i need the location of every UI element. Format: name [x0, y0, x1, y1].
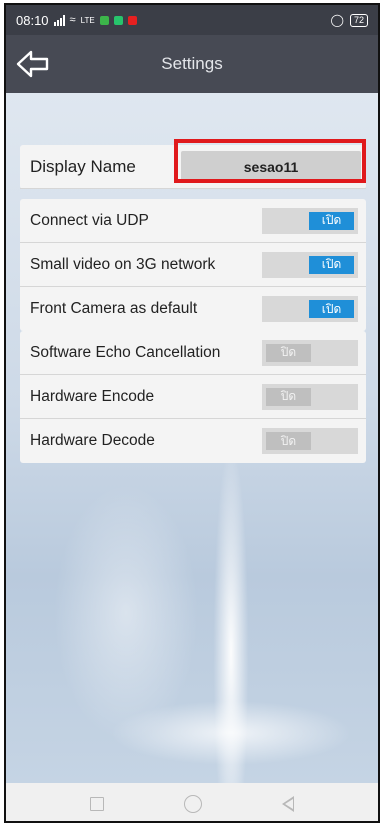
- video-notification-icon: [127, 15, 137, 25]
- system-nav-bar: [6, 783, 378, 821]
- setting-row-hardware-decode: Hardware Decode ปิด: [20, 419, 366, 463]
- battery-icon: 72: [349, 13, 368, 27]
- status-bar: 08:10 ≈ LTE ◯ 72: [6, 5, 378, 35]
- setting-row-small-video: Small video on 3G network เปิด: [20, 243, 366, 287]
- hardware-decode-toggle[interactable]: ปิด: [262, 428, 358, 454]
- phone-screen: 08:10 ≈ LTE ◯ 72 Settings Display Name s…: [4, 3, 380, 823]
- app-bar: Settings: [6, 35, 378, 93]
- recent-apps-icon[interactable]: [90, 797, 104, 811]
- setting-row-front-camera: Front Camera as default เปิด: [20, 287, 366, 331]
- toggle-knob: เปิด: [309, 300, 354, 318]
- setting-label: Small video on 3G network: [30, 255, 216, 273]
- highlight-box: [174, 139, 366, 183]
- settings-content: Display Name sesao11 Connect via UDP เปิ…: [6, 93, 378, 783]
- toggle-knob: ปิด: [266, 432, 311, 450]
- setting-row-hardware-encode: Hardware Encode ปิด: [20, 375, 366, 419]
- wifi-icon: ≈: [69, 14, 76, 26]
- toggle-knob: เปิด: [309, 255, 354, 274]
- front-camera-toggle[interactable]: เปิด: [262, 296, 358, 322]
- signal-icon: [53, 14, 65, 26]
- setting-label: Software Echo Cancellation: [30, 343, 221, 361]
- toggle-knob: เปิด: [309, 211, 354, 230]
- chat-notification-icon: [113, 15, 123, 25]
- echo-cancellation-toggle[interactable]: ปิด: [262, 339, 358, 366]
- setting-row-udp: Connect via UDP เปิด: [20, 199, 366, 243]
- setting-label: Connect via UDP: [30, 211, 149, 229]
- lte-label: LTE: [80, 15, 95, 25]
- udp-toggle[interactable]: เปิด: [262, 207, 358, 234]
- home-icon[interactable]: [184, 795, 202, 813]
- app-notification-icon: [99, 15, 109, 25]
- status-time: 08:10: [16, 12, 49, 28]
- setting-label: Hardware Decode: [30, 432, 155, 449]
- small-video-toggle[interactable]: เปิด: [262, 251, 358, 278]
- toggle-knob: ปิด: [266, 343, 311, 362]
- setting-label: Hardware Encode: [30, 387, 155, 405]
- alarm-icon: ◯: [330, 13, 344, 27]
- setting-label: Front Camera as default: [30, 300, 198, 317]
- network-settings-group: Connect via UDP เปิด Small video on 3G n…: [20, 199, 366, 331]
- nav-back-icon[interactable]: [282, 796, 294, 812]
- back-arrow-icon[interactable]: [16, 49, 50, 79]
- page-title: Settings: [161, 54, 223, 73]
- codec-settings-group: Software Echo Cancellation ปิด Hardware …: [20, 331, 366, 463]
- setting-row-echo-cancellation: Software Echo Cancellation ปิด: [20, 331, 366, 375]
- toggle-knob: ปิด: [266, 387, 311, 406]
- hardware-encode-toggle[interactable]: ปิด: [262, 383, 358, 410]
